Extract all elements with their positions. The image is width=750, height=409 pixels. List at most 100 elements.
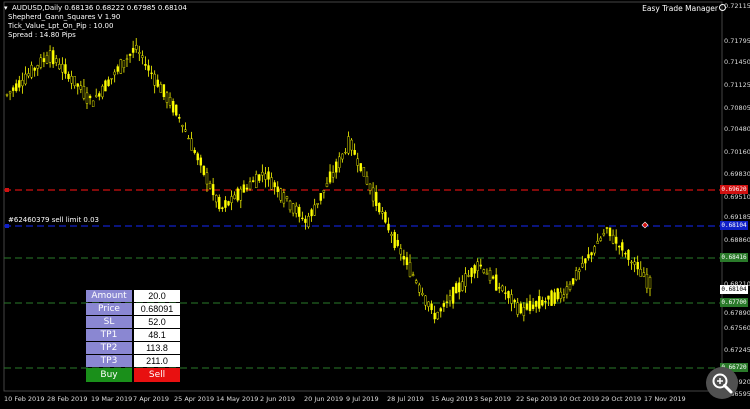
candle-body [196,153,199,161]
candle-body [402,256,406,260]
candle-body [584,258,587,264]
sell-button[interactable]: Sell [134,368,180,382]
candle-body [248,181,252,190]
candle-body [338,156,341,168]
candle-body [353,150,356,155]
candle-body [427,301,430,307]
x-axis-label: 17 Nov 2019 [644,395,686,403]
tp1-label: TP1 [86,329,132,341]
candle-body [236,188,239,201]
candle-body [245,187,249,190]
candle-body [642,272,646,277]
y-axis-label: 0.69830 [724,170,750,178]
price-tag-order: 0.68104 [720,221,748,230]
candle-body [553,292,556,304]
candle-body [633,261,636,265]
order-marker-icon [641,221,649,229]
x-axis-label: 22 Sep 2019 [516,395,558,403]
x-axis-label: 29 Oct 2019 [601,395,642,403]
candle-body [387,223,390,231]
candle-body [378,202,381,213]
candle-body [135,44,138,50]
tp2-row: TP2 113.8 [86,342,180,354]
candle-body [61,63,64,73]
y-axis-label: 0.69185 [724,213,750,221]
candle-body [581,263,584,268]
candle-body [282,192,286,204]
candle-body [270,177,273,190]
candle-body [264,173,267,180]
sl-input[interactable]: 52.0 [134,316,180,328]
tp2-input[interactable]: 113.8 [134,342,180,354]
candle-body [85,92,89,104]
expert-name: Easy Trade Manager [642,4,718,13]
candle-body [242,184,246,193]
candle-body [255,174,258,188]
candle-body [156,79,159,87]
order-buttons: Buy Sell [86,368,180,382]
tp3-label: TP3 [86,355,132,367]
candle-body [618,245,621,248]
candle-body [470,268,473,277]
tp1-input[interactable]: 48.1 [134,329,180,341]
y-axis-label: 0.67245 [724,346,750,354]
candle-body [131,47,135,53]
candle-body [39,57,43,68]
candle-body [568,283,572,290]
x-axis-label: 7 Apr 2019 [133,395,170,403]
chart-window[interactable]: ▾ AUDUSD,Daily 0.68136 0.68222 0.67985 0… [0,0,750,409]
candle-body [448,295,452,302]
candle-body [122,60,126,68]
candle-body [211,184,215,196]
candle-body [107,79,110,87]
candle-body [614,236,618,244]
amount-input[interactable]: 20.0 [134,290,180,302]
candle-body [414,280,418,284]
candle-body [522,307,526,316]
candle-body [64,64,67,74]
candle-body [590,252,593,256]
candle-body [291,203,295,214]
chevron-down-icon[interactable]: ▾ [4,4,8,13]
tp3-input[interactable]: 211.0 [134,355,180,367]
candle-body [33,67,36,71]
price-input[interactable]: 0.68091 [134,303,180,315]
candle-body [433,312,436,320]
candle-body [494,274,498,291]
zoom-button[interactable] [706,367,738,399]
candle-body [442,303,446,307]
candle-body [24,73,27,85]
candle-body [482,269,486,273]
candle-body [574,270,578,280]
buy-button[interactable]: Buy [86,368,132,382]
candle-body [138,51,141,54]
candle-body [541,300,544,306]
candle-body [307,216,310,228]
candle-body [319,193,323,201]
candle-body [556,288,559,300]
candle-body [498,287,501,289]
candle-body [451,287,455,304]
y-axis-label: 0.68210 [724,280,750,288]
tp2-label: TP2 [86,342,132,354]
candle-body [251,180,255,182]
candle-body [258,174,261,181]
candle-body [436,312,439,320]
candle-body [91,100,95,107]
candle-body [128,54,132,56]
candle-body [227,201,230,206]
magnifier-icon [712,373,733,394]
candle-body [439,308,442,312]
price-tag-target-lower: 0.67700 [720,298,748,307]
candle-body [79,85,83,90]
candle-body [261,171,264,176]
candle-body [101,85,104,98]
candle-body [430,303,433,311]
candle-body [424,295,427,306]
candle-body [445,301,449,303]
candle-body [218,196,221,210]
candle-body [58,64,61,70]
price-row: Price 0.68091 [86,303,180,315]
candle-body [381,211,384,214]
candle-body [141,55,144,58]
